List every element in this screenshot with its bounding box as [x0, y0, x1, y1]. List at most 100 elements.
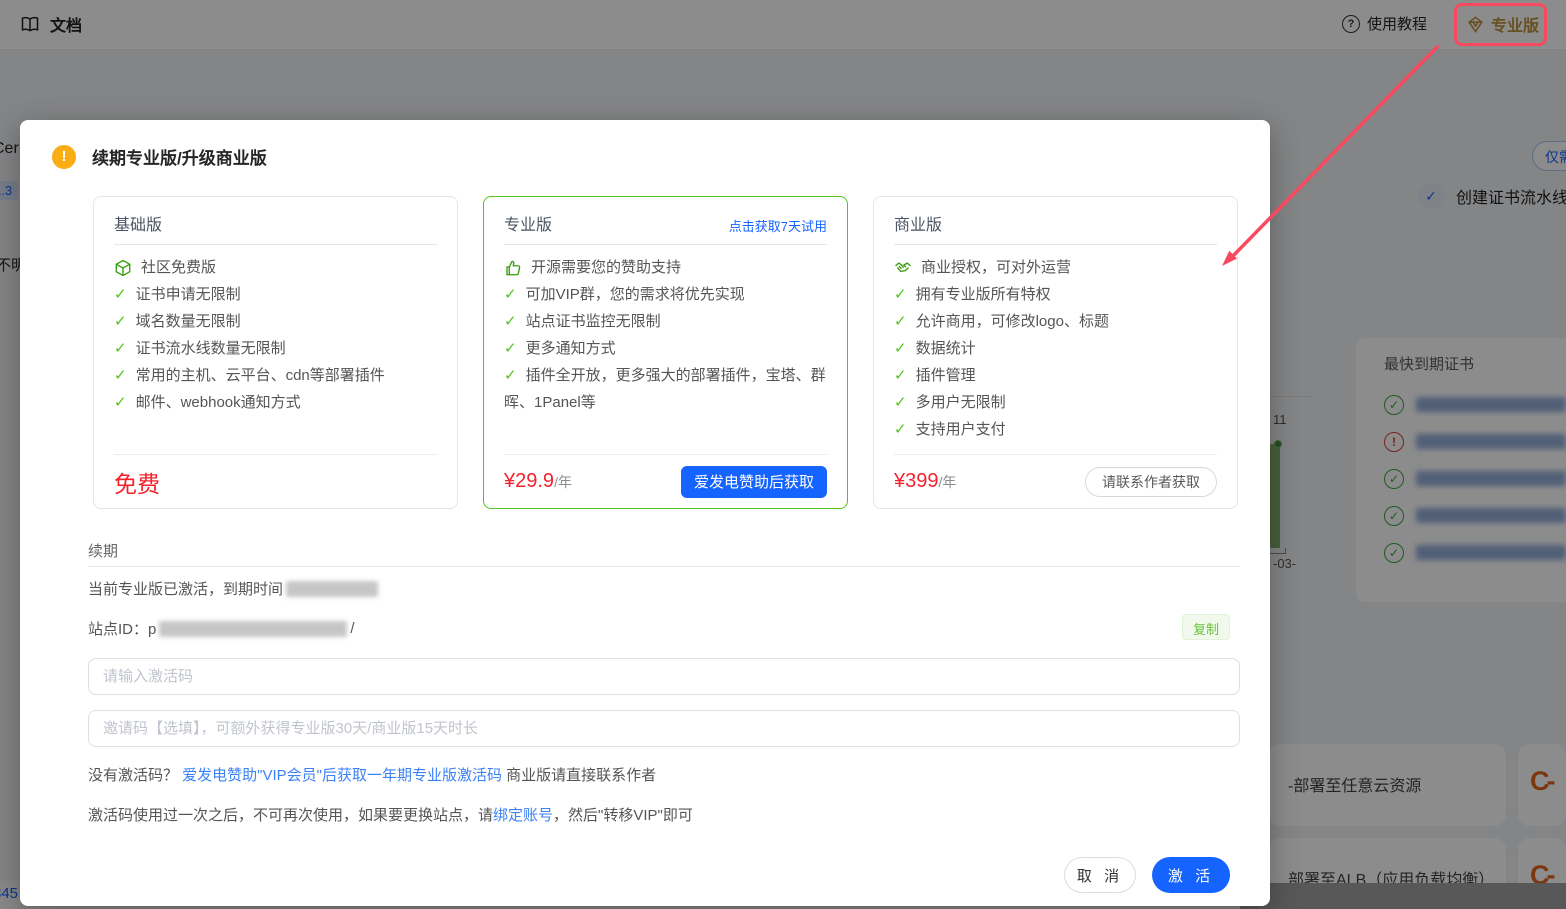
plan-headline-text: 社区免费版 [141, 259, 217, 276]
plan-feature: ✓ 可加VIP群，您的需求将优先实现 [504, 281, 827, 308]
contact-author-button[interactable]: 请联系作者获取 [1085, 466, 1217, 497]
plan-feature-text: 数据统计 [915, 340, 976, 357]
note-text: 激活码使用过一次之后，不可再次使用，如果要更换站点，请 [88, 807, 494, 824]
cancel-button[interactable]: 取 消 [1064, 857, 1136, 893]
sponsor-get-button[interactable]: 爱发电赞助后获取 [680, 465, 827, 498]
plan-feature-text: 插件管理 [915, 367, 976, 384]
thumbs-up-icon [506, 260, 521, 275]
activation-status-line: 当前专业版已激活，到期时间 [88, 578, 381, 599]
hint-text: 商业版请直接联系作者 [502, 767, 657, 784]
site-id-label: 站点ID：p [88, 621, 157, 638]
handshake-icon [895, 261, 911, 272]
check-icon: ✓ [114, 367, 127, 384]
activation-code-input[interactable] [88, 658, 1240, 695]
plan-feature: ✓ 插件全开放，更多强大的部署插件，宝塔、群晖、1Panel等 [504, 362, 827, 416]
plan-feature-list: 社区免费版 [114, 254, 437, 281]
plan-feature: ✓ 常用的主机、云平台、cdn等部署插件 [114, 362, 437, 389]
check-icon: ✓ [894, 421, 907, 438]
plan-feature-list: 商业授权，可对外运营 [894, 254, 1217, 281]
plan-feature-text: 可加VIP群，您的需求将优先实现 [525, 286, 745, 303]
plan-footer: 免费 [114, 454, 437, 508]
plan-feature: ✓ 拥有专业版所有特权 [894, 281, 1217, 308]
plan-card-basic: 基础版 社区免费版 ✓ 证书申请无限制 ✓ 域名数量无限制 ✓ 证书流水线数量无限制 [93, 196, 458, 509]
plan-footer: ¥399/年 请联系作者获取 [894, 454, 1217, 508]
plan-feature: ✓ 多用户无限制 [894, 389, 1217, 416]
invite-code-input[interactable] [88, 710, 1240, 747]
plan-cards: 基础版 社区免费版 ✓ 证书申请无限制 ✓ 域名数量无限制 ✓ 证书流水线数量无限制 [93, 196, 1238, 509]
plan-headline: 商业授权，可对外运营 [894, 254, 1217, 281]
plan-card-business: 商业版 商业授权，可对外运营 ✓ 拥有专业版所有特权 ✓ 允许商用，可修改logo、… [873, 196, 1238, 509]
check-icon: ✓ [894, 340, 907, 357]
check-icon: ✓ [894, 367, 907, 384]
plan-feature: ✓ 数据统计 [894, 335, 1217, 362]
plan-headline-text: 商业授权，可对外运营 [921, 259, 1072, 276]
dialog-title: 续期专业版/升级商业版 [92, 149, 267, 168]
divider [88, 566, 1240, 567]
plan-feature-text: 邮件、webhook通知方式 [135, 394, 301, 411]
check-icon: ✓ [114, 286, 127, 303]
plan-feature: ✓ 允许商用，可修改logo、标题 [894, 308, 1217, 335]
redacted-site-id [159, 620, 348, 637]
check-icon: ✓ [504, 340, 517, 357]
plan-header: 商业版 [894, 211, 1217, 245]
plan-price: ¥399 [894, 470, 939, 492]
plan-card-pro: 专业版 点击获取7天试用 开源需要您的赞助支持 ✓ 可加VIP群，您的需求将优先实… [483, 196, 848, 509]
reuse-note: 激活码使用过一次之后，不可再次使用，如果要更换站点，请绑定账号，然后"转移VIP… [88, 804, 693, 825]
plan-features: ✓ 证书申请无限制 ✓ 域名数量无限制 ✓ 证书流水线数量无限制 ✓ 常用的主机、云平台… [94, 281, 457, 416]
check-icon: ✓ [114, 394, 127, 411]
plan-feature-text: 域名数量无限制 [135, 313, 241, 330]
no-code-hint: 没有激活码？ 爱发电赞助"VIP会员"后获取一年期专业版激活码 商业版请直接联系… [88, 764, 656, 785]
plan-feature: ✓ 插件管理 [894, 362, 1217, 389]
plan-features: ✓ 可加VIP群，您的需求将优先实现 ✓ 站点证书监控无限制 ✓ 更多通知方式 ✓ 插件… [484, 281, 847, 416]
plan-footer: ¥29.9/年 爱发电赞助后获取 [504, 454, 827, 508]
plan-price-unit: /年 [554, 474, 572, 490]
sponsor-link[interactable]: 爱发电赞助"VIP会员"后获取一年期专业版激活码 [182, 767, 502, 784]
site-id-suffix: / [350, 620, 355, 637]
hint-text: 没有激活码？ [88, 767, 183, 784]
renew-label: 续期 [88, 543, 119, 560]
plan-feature-list: 开源需要您的赞助支持 [504, 254, 827, 281]
bind-account-link[interactable]: 绑定账号 [493, 807, 553, 824]
plan-features: ✓ 拥有专业版所有特权 ✓ 允许商用，可修改logo、标题 ✓ 数据统计 ✓ 插件管理 … [874, 281, 1237, 443]
plan-feature-text: 允许商用，可修改logo、标题 [915, 313, 1109, 330]
plan-name: 专业版 [504, 217, 553, 234]
check-icon: ✓ [894, 286, 907, 303]
check-icon: ✓ [114, 340, 127, 357]
plan-feature-text: 拥有专业版所有特权 [915, 286, 1051, 303]
dialog-footer: 取 消 激 活 [1064, 857, 1230, 893]
plan-feature-text: 证书申请无限制 [135, 286, 241, 303]
check-icon: ✓ [114, 313, 127, 330]
plan-price: 免费 [114, 470, 160, 497]
plan-feature-text: 插件全开放，更多强大的部署插件，宝塔、群晖、1Panel等 [504, 367, 826, 411]
plan-feature: ✓ 域名数量无限制 [114, 308, 437, 335]
plan-feature: ✓ 证书流水线数量无限制 [114, 335, 437, 362]
plan-feature: ✓ 支持用户支付 [894, 416, 1217, 443]
check-icon: ✓ [504, 313, 517, 330]
activate-button[interactable]: 激 活 [1152, 857, 1230, 893]
upgrade-dialog: ! 续期专业版/升级商业版 基础版 社区免费版 ✓ 证书申请无限制 ✓ 域名数量… [20, 120, 1270, 906]
plan-price: ¥29.9 [504, 470, 555, 492]
plan-feature-text: 证书流水线数量无限制 [135, 340, 286, 357]
plan-name: 商业版 [894, 217, 943, 234]
plan-feature-text: 支持用户支付 [915, 421, 1006, 438]
screen: 文档 ? 使用教程 专业版 Cer 1.3 不明 345 仅需 ✓ 创建证书流水… [0, 0, 1566, 909]
check-icon: ✓ [894, 394, 907, 411]
plan-headline: 开源需要您的赞助支持 [504, 254, 827, 281]
note-text: ，然后"转移VIP"即可 [553, 807, 693, 824]
plan-header: 专业版 点击获取7天试用 [504, 211, 827, 245]
dialog-header: ! 续期专业版/升级商业版 [52, 144, 267, 169]
plan-feature: ✓ 邮件、webhook通知方式 [114, 389, 437, 416]
plan-feature: ✓ 证书申请无限制 [114, 281, 437, 308]
check-icon: ✓ [504, 367, 517, 384]
copy-button[interactable]: 复制 [1181, 614, 1230, 640]
plan-headline-text: 开源需要您的赞助支持 [531, 259, 682, 276]
check-icon: ✓ [894, 313, 907, 330]
plan-price-unit: /年 [938, 474, 957, 490]
plan-price-wrap: ¥29.9/年 [504, 470, 572, 493]
plan-header: 基础版 [114, 211, 437, 245]
plan-name: 基础版 [114, 217, 163, 234]
trial-link[interactable]: 点击获取7天试用 [729, 216, 827, 235]
plan-feature-text: 更多通知方式 [525, 340, 616, 357]
site-id-line: 站点ID：p / [88, 618, 355, 639]
check-icon: ✓ [504, 286, 517, 303]
